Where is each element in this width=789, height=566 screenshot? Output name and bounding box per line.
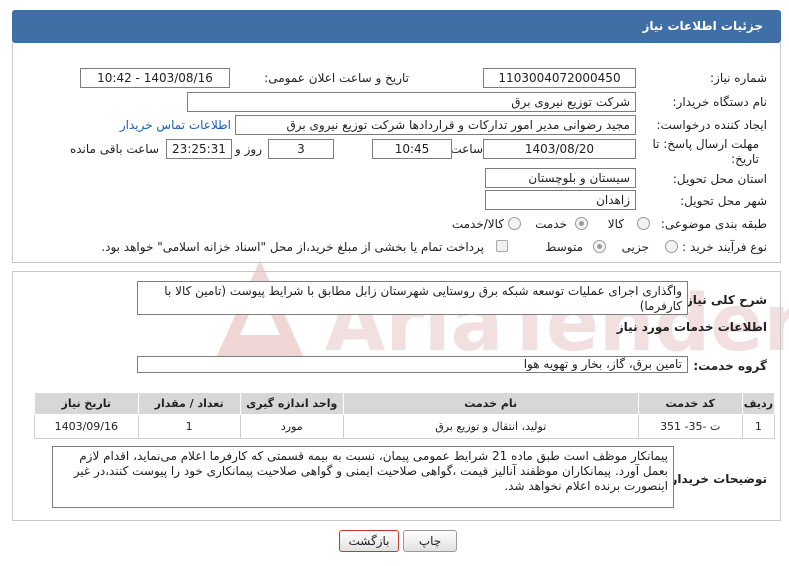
need-number-label: شماره نیاز: <box>710 71 767 85</box>
services-section-title: اطلاعات خدمات مورد نیاز <box>616 320 767 334</box>
process-option-minor: جزیی <box>621 240 649 254</box>
need-number-field[interactable]: 1103004072000450 <box>483 68 636 88</box>
col-header-quantity: تعداد / مقدار <box>137 392 241 415</box>
days-field[interactable]: 3 <box>268 139 334 159</box>
deadline-date-field[interactable]: 1403/08/20 <box>483 139 636 159</box>
requester-field[interactable]: مجید رضوانی مدیر امور تدارکات و قرارداده… <box>235 115 636 135</box>
process-radio-minor[interactable] <box>665 240 678 253</box>
cell-quantity: 1 <box>137 414 241 439</box>
buyer-org-label: نام دستگاه خریدار: <box>672 95 768 109</box>
process-option-medium: متوسط <box>545 240 583 254</box>
payment-note: پرداخت تمام یا بخشی از مبلغ خرید،از محل … <box>101 240 484 254</box>
announce-label: تاریخ و ساعت اعلان عمومی: <box>264 71 409 85</box>
days-label: روز و <box>235 142 262 156</box>
cell-row-number: 1 <box>741 414 776 439</box>
process-radio-medium[interactable] <box>593 240 606 253</box>
col-header-service-name: نام خدمت <box>342 392 639 415</box>
page-title: جزئیات اطلاعات نیاز <box>642 19 763 33</box>
city-label: شهر محل تحویل: <box>680 194 767 208</box>
process-label: نوع فرآیند خرید : <box>682 240 767 254</box>
cell-need-date: 1403/09/16 <box>34 414 139 439</box>
service-group-label: گروه خدمت: <box>693 359 767 373</box>
cell-service-name: تولید، انتقال و توزیع برق <box>342 414 639 439</box>
category-option-goods-service: کالا/خدمت <box>451 217 504 231</box>
announce-field[interactable]: 1403/08/16 - 10:42 <box>80 68 230 88</box>
summary-textarea[interactable]: واگذاری اجرای عملیات توسعه شبکه برق روست… <box>137 281 688 315</box>
treasury-checkbox[interactable] <box>496 240 508 252</box>
buyer-org-field[interactable]: شرکت توزیع نیروی برق <box>187 92 636 112</box>
services-table: ردیف کد خدمت نام خدمت واحد اندازه گیری ت… <box>34 392 776 439</box>
deadline-time-label: ساعت <box>450 142 483 156</box>
category-radio-service[interactable] <box>575 217 588 230</box>
deadline-time-field[interactable]: 10:45 <box>372 139 452 159</box>
col-header-unit: واحد اندازه گیری <box>239 392 344 415</box>
col-header-need-date: تاریخ نیاز <box>34 392 139 415</box>
category-option-goods: کالا <box>607 217 624 231</box>
summary-label: شرح کلی نیاز: <box>681 293 767 307</box>
buyer-notes-label: توضیحات خریدار: <box>665 472 767 486</box>
province-label: استان محل تحویل: <box>672 172 767 186</box>
cell-service-code: ت -35- 351 <box>637 414 743 439</box>
panel-header: جزئیات اطلاعات نیاز <box>12 10 781 43</box>
remaining-label: ساعت باقی مانده <box>69 142 159 156</box>
requester-label: ایجاد کننده درخواست: <box>656 118 767 132</box>
table-header-row: ردیف کد خدمت نام خدمت واحد اندازه گیری ت… <box>34 392 776 415</box>
buyer-contact-link[interactable]: اطلاعات تماس خریدار <box>120 118 231 132</box>
deadline-label: مهلت ارسال پاسخ: تا تاریخ: <box>652 137 759 166</box>
col-header-row-number: ردیف <box>741 392 776 415</box>
category-radio-goods[interactable] <box>637 217 650 230</box>
remaining-time-field[interactable]: 23:25:31 <box>166 139 232 159</box>
buyer-notes-textarea[interactable]: پیمانکار موظف است طبق ماده 21 شرایط عموم… <box>52 446 674 508</box>
cell-unit: مورد <box>239 414 344 439</box>
category-radio-goods-service[interactable] <box>508 217 521 230</box>
category-label: طبقه بندی موضوعی: <box>660 217 767 231</box>
back-button[interactable]: بازگشت <box>339 530 399 552</box>
col-header-service-code: کد خدمت <box>637 392 743 415</box>
table-row[interactable]: 1 ت -35- 351 تولید، انتقال و توزیع برق م… <box>34 414 776 439</box>
city-field[interactable]: زاهدان <box>485 190 636 210</box>
print-button[interactable]: چاپ <box>403 530 457 552</box>
category-option-service: خدمت <box>535 217 567 231</box>
service-group-field[interactable]: تامین برق، گاز، بخار و تهویه هوا <box>137 356 688 373</box>
province-field[interactable]: سیستان و بلوچستان <box>485 168 636 188</box>
